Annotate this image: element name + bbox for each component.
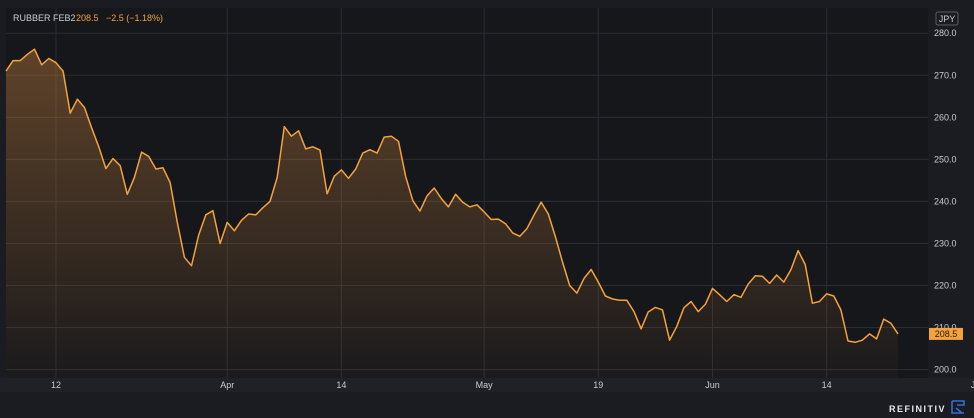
y-tick-label: 270.0 — [934, 70, 957, 80]
y-tick-label: 220.0 — [934, 281, 957, 291]
y-tick-label: 240.0 — [934, 196, 957, 206]
currency-label: JPY — [939, 14, 956, 24]
symbol-label: RUBBER FEB2 — [13, 13, 76, 23]
x-tick-label: 14 — [822, 380, 832, 390]
last-value-marker: 208.5 — [929, 327, 963, 340]
x-tick-label: May — [476, 380, 494, 390]
header-legend: RUBBER FEB2 208.5 −2.5 (−1.18%) — [13, 13, 163, 23]
y-tick-label: 200.0 — [934, 365, 957, 375]
x-tick-label: 19 — [593, 380, 603, 390]
change-label: −2.5 (−1.18%) — [106, 13, 163, 23]
y-axis: 280.0270.0260.0250.0240.0230.0220.0210.0… — [934, 28, 957, 374]
y-tick-label: 280.0 — [934, 28, 957, 38]
price-chart: 280.0270.0260.0250.0240.0230.0220.0210.0… — [0, 0, 974, 418]
currency-badge[interactable]: JPY — [935, 11, 959, 26]
x-tick-label: Apr — [220, 380, 234, 390]
y-tick-label: 260.0 — [934, 112, 957, 122]
x-tick-label: 14 — [336, 380, 346, 390]
last-value-text: 208.5 — [935, 329, 958, 339]
last-price-label: 208.5 — [76, 13, 99, 23]
x-tick-label: Jun — [705, 380, 720, 390]
y-tick-label: 250.0 — [934, 154, 957, 164]
x-tick-label: 12 — [51, 380, 61, 390]
y-tick-label: 230.0 — [934, 238, 957, 248]
brand-name: REFINITIV — [889, 404, 946, 414]
